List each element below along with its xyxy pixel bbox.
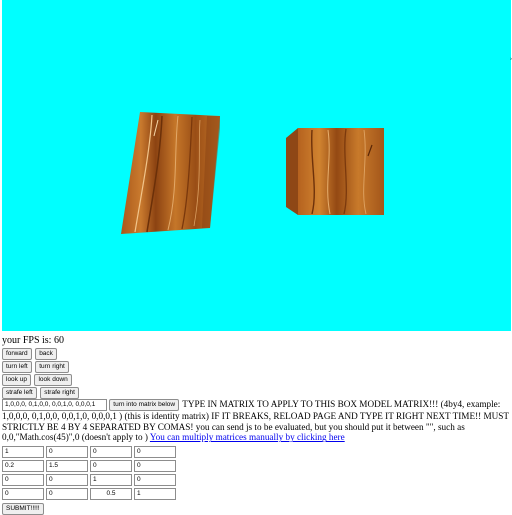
turn-into-matrix-button[interactable]: turn into matrix below xyxy=(109,399,180,411)
strafe-left-button[interactable]: strafe left xyxy=(2,387,37,399)
3d-viewport[interactable] xyxy=(2,0,511,331)
matrix-row: 1 0 0 0 xyxy=(2,446,176,459)
turn-row: turn left turn right xyxy=(2,361,510,374)
turn-left-button[interactable]: turn left xyxy=(2,361,32,373)
multiply-matrices-link[interactable]: You can multiply matrices manually by cl… xyxy=(150,432,345,442)
matrix-cell[interactable]: 1.5 xyxy=(46,460,88,473)
matrix-cell[interactable]: 1 xyxy=(90,474,132,487)
matrix-cell[interactable]: 0.2 xyxy=(2,460,44,473)
matrix-cell[interactable]: 0 xyxy=(134,460,176,473)
matrix-row: 0 0 1 0 xyxy=(2,474,176,487)
matrix-cell[interactable]: 0.5 xyxy=(90,488,132,501)
matrix-instructions-block: 1,0,0,0, 0,1,0,0, 0,0,1,0, 0,0,0,1 turn … xyxy=(2,399,510,443)
back-button[interactable]: back xyxy=(35,348,57,360)
submit-button[interactable]: SUBMIT!!!!! xyxy=(2,503,44,515)
matrix-row: 0 0 0.5 1 xyxy=(2,488,176,501)
look-down-button[interactable]: look down xyxy=(34,374,72,386)
move-row: forward back xyxy=(2,348,510,361)
matrix-cell[interactable]: 1 xyxy=(2,446,44,459)
matrix-cell[interactable]: 0 xyxy=(2,474,44,487)
wood-box-left xyxy=(121,112,220,234)
look-up-button[interactable]: look up xyxy=(2,374,31,386)
controls-panel: your FPS is: 60 forward back turn left t… xyxy=(2,335,510,515)
matrix-text-input[interactable]: 1,0,0,0, 0,1,0,0, 0,0,1,0, 0,0,0,1 xyxy=(2,399,107,411)
matrix-cell[interactable]: 0 xyxy=(46,446,88,459)
turn-right-button[interactable]: turn right xyxy=(35,361,69,373)
matrix-cell[interactable]: 1 xyxy=(134,488,176,501)
matrix-cell[interactable]: 0 xyxy=(90,460,132,473)
wood-box-right xyxy=(286,128,384,215)
matrix-cell[interactable]: 0 xyxy=(46,474,88,487)
fps-readout: your FPS is: 60 xyxy=(2,335,64,346)
matrix-cell[interactable]: 0 xyxy=(90,446,132,459)
matrix-cell[interactable]: 0 xyxy=(134,446,176,459)
matrix-cell[interactable]: 0 xyxy=(46,488,88,501)
matrix-row: 0.2 1.5 0 0 xyxy=(2,460,176,473)
strafe-right-button[interactable]: strafe right xyxy=(40,387,79,399)
matrix-grid: 1 0 0 0 0.2 1.5 0 0 0 0 1 0 0 0 0.5 1 xyxy=(0,444,178,502)
look-row: look up look down xyxy=(2,374,510,387)
matrix-cell[interactable]: 0 xyxy=(2,488,44,501)
matrix-cell[interactable]: 0 xyxy=(134,474,176,487)
forward-button[interactable]: forward xyxy=(2,348,32,360)
scene-canvas xyxy=(121,112,384,234)
